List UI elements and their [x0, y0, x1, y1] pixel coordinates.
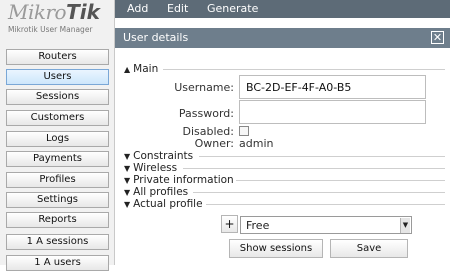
expand-triangle-icon: ▼ — [124, 200, 131, 209]
sidebar-item-reports[interactable]: Reports — [6, 212, 109, 228]
logo-mikro: Mikro — [8, 0, 67, 24]
section-wireless[interactable]: ▼ Wireless — [124, 162, 177, 174]
save-button[interactable]: Save — [330, 239, 408, 258]
panel-header: User details ✕ — [115, 28, 450, 48]
panel-title: User details — [123, 31, 189, 44]
menu-edit[interactable]: Edit — [167, 0, 188, 18]
logo-tik: Tik — [66, 0, 100, 24]
sidebar-item-users[interactable]: Users — [6, 69, 109, 85]
section-all-profiles[interactable]: ▼ All profiles — [124, 186, 188, 198]
disabled-checkbox[interactable] — [239, 126, 249, 136]
section-wireless-label: Wireless — [133, 162, 178, 174]
divider — [206, 204, 445, 205]
sidebar-item-payments[interactable]: Payments — [6, 151, 109, 167]
section-private-information[interactable]: ▼ Private information — [124, 174, 234, 186]
sidebar-item-logs[interactable]: Logs — [6, 131, 109, 147]
chevron-down-icon[interactable]: ▼ — [400, 218, 410, 233]
section-actual-profile-label: Actual profile — [133, 198, 203, 210]
expand-triangle-icon: ▼ — [124, 164, 131, 173]
username-label: Username: — [174, 81, 234, 94]
mikrotik-logo: MikroTik Mikrotik User Manager — [8, 0, 108, 40]
password-field[interactable] — [239, 100, 426, 124]
section-constraints[interactable]: ▼ Constraints — [124, 150, 193, 162]
divider — [193, 192, 445, 193]
expand-triangle-icon: ▼ — [124, 188, 131, 197]
section-main-label: Main — [133, 63, 159, 75]
sidebar-item-settings[interactable]: Settings — [6, 192, 109, 208]
profile-select[interactable]: Free ▼ — [240, 216, 412, 234]
expand-triangle-icon: ▼ — [124, 152, 131, 161]
show-sessions-button[interactable]: Show sessions — [229, 239, 323, 258]
owner-value: admin — [239, 137, 274, 150]
sidebar-item-customers[interactable]: Customers — [6, 110, 109, 126]
menu-add[interactable]: Add — [127, 0, 148, 18]
sidebar-item-sessions[interactable]: Sessions — [6, 89, 109, 105]
collapse-triangle-icon: ▲ — [124, 65, 131, 74]
sidebar-item-1a-sessions[interactable]: 1 A sessions — [6, 234, 109, 250]
profile-select-value: Free — [246, 219, 270, 232]
section-main[interactable]: ▲ Main — [124, 63, 158, 75]
sidebar-item-1a-users[interactable]: 1 A users — [6, 255, 109, 271]
sidebar-item-routers[interactable]: Routers — [6, 49, 109, 65]
sidebar: MikroTik Mikrotik User Manager Routers U… — [0, 0, 115, 271]
divider — [236, 180, 445, 181]
menu-generate[interactable]: Generate — [207, 0, 258, 18]
user-details-panel: ▲Main Username: Password: Disabled: Owne… — [115, 48, 450, 265]
divider — [183, 168, 445, 169]
divider — [199, 156, 445, 157]
expand-triangle-icon: ▼ — [124, 176, 131, 185]
section-all-profiles-label: All profiles — [133, 186, 189, 198]
section-actual-profile[interactable]: ▼ Actual profile — [124, 198, 203, 210]
username-field[interactable] — [239, 75, 426, 99]
owner-label: Owner: — [194, 137, 234, 150]
add-profile-button[interactable]: + — [221, 215, 238, 233]
divider — [163, 69, 445, 70]
password-label: Password: — [178, 107, 234, 120]
section-private-information-label: Private information — [133, 174, 234, 186]
close-icon[interactable]: ✕ — [431, 31, 444, 44]
app-subtitle: Mikrotik User Manager — [8, 25, 93, 34]
sidebar-item-profiles[interactable]: Profiles — [6, 172, 109, 188]
menu-bar: Add Edit Generate — [115, 0, 450, 18]
section-constraints-label: Constraints — [133, 150, 194, 162]
